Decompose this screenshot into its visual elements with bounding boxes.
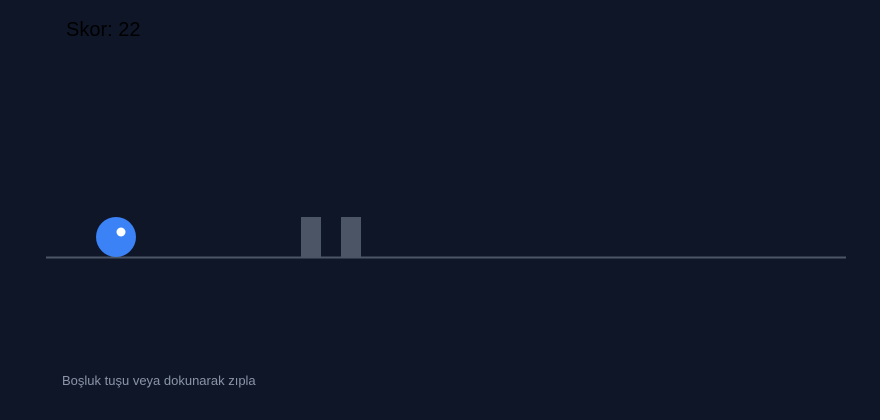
player-ball	[96, 217, 136, 257]
obstacle-block	[301, 217, 321, 257]
player-body	[96, 217, 136, 257]
controls-hint: Boşluk tuşu veya dokunarak zıpla	[62, 373, 256, 388]
game-canvas[interactable]	[0, 0, 880, 420]
game-background	[0, 0, 880, 420]
obstacle-block	[341, 217, 361, 257]
player-eye-icon	[116, 227, 126, 237]
score-label: Skor: 22	[66, 19, 141, 41]
